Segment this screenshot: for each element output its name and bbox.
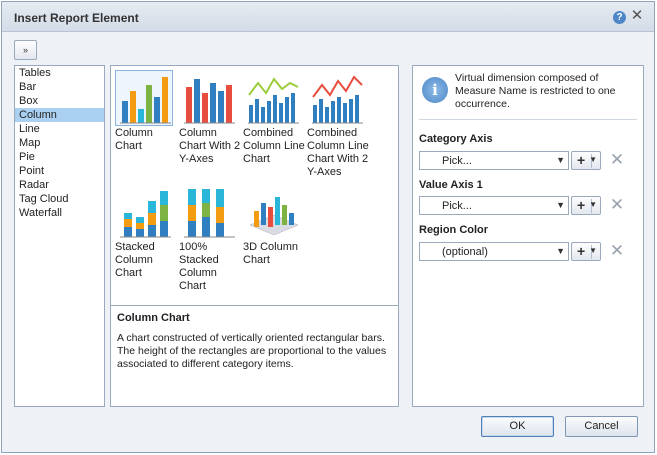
value-axis-remove-icon[interactable]: ✕ (609, 196, 625, 214)
info-icon: i (422, 77, 448, 103)
category-item-waterfall[interactable]: Waterfall (15, 206, 104, 220)
category-item-map[interactable]: Map (15, 136, 104, 150)
gallery-item-label: Column Chart With 2 Y-Axes (179, 127, 241, 165)
gallery-item-label: Combined Column Line Chart (243, 127, 305, 165)
gallery-item-column-chart[interactable]: Column Chart (115, 70, 177, 153)
column-chart-2y-icon (179, 70, 237, 126)
region-color-value: (optional) (442, 246, 488, 258)
gallery-item-label: Stacked Column Chart (115, 241, 155, 279)
value-axis-select[interactable]: Pick... ▼ (419, 196, 569, 215)
value-axis-value: Pick... (442, 200, 472, 212)
insert-report-element-dialog: Insert Report Element ? ✕ » Tables Bar Box… (1, 1, 655, 453)
collapse-panel-button[interactable]: » (14, 40, 37, 60)
plus-icon: + (577, 152, 586, 168)
stacked-100-column-icon (179, 184, 237, 240)
gallery-item-stacked-column[interactable]: Stacked Column Chart (115, 184, 177, 280)
region-color-label: Region Color (419, 224, 489, 236)
column-chart-icon (115, 70, 173, 126)
column-3d-icon (243, 184, 301, 240)
category-item-point[interactable]: Point (15, 164, 104, 178)
value-axis-add-button[interactable]: + ▼ (571, 196, 601, 215)
cancel-button[interactable]: Cancel (565, 416, 638, 437)
category-item-box[interactable]: Box (15, 94, 104, 108)
plus-icon: + (577, 243, 586, 259)
chevron-down-icon: ▼ (589, 155, 597, 164)
gallery-item-combined-column-line[interactable]: Combined Column Line Chart (243, 70, 305, 166)
category-item-tables[interactable]: Tables (15, 66, 104, 80)
category-axis-select[interactable]: Pick... ▼ (419, 151, 569, 170)
category-item-tag-cloud[interactable]: Tag Cloud (15, 192, 104, 206)
gallery-item-stacked-100-column[interactable]: 100% Stacked Column Chart (179, 184, 241, 293)
chart-description-panel: Column Chart A chart constructed of vert… (110, 305, 399, 407)
category-item-bar[interactable]: Bar (15, 80, 104, 94)
gallery-item-combined-column-line-2y[interactable]: Combined Column Line Chart With 2 Y-Axes (307, 70, 377, 179)
combined-column-line-icon (243, 70, 301, 126)
chevron-down-icon: ▼ (589, 246, 597, 255)
category-item-pie[interactable]: Pie (15, 150, 104, 164)
category-item-radar[interactable]: Radar (15, 178, 104, 192)
divider (419, 119, 637, 120)
help-icon[interactable]: ? (613, 11, 626, 24)
description-title: Column Chart (117, 312, 190, 324)
chart-type-gallery: Column Chart Column Chart With 2 Y-Axes (110, 65, 399, 305)
description-body: A chart constructed of vertically orient… (117, 332, 387, 370)
category-list: Tables Bar Box Column Line Map Pie Point Radar Ta… (14, 65, 105, 407)
region-color-remove-icon[interactable]: ✕ (609, 242, 625, 260)
info-message: Virtual dimension composed of Measure Na… (455, 72, 616, 110)
gallery-item-label: 100% Stacked Column Chart (179, 241, 219, 292)
feed-panel: i Virtual dimension composed of Measure … (412, 65, 644, 407)
stacked-column-icon (115, 184, 173, 240)
region-color-add-button[interactable]: + ▼ (571, 242, 601, 261)
category-axis-add-button[interactable]: + ▼ (571, 151, 601, 170)
gallery-item-label: Combined Column Line Chart With 2 Y-Axes (307, 127, 369, 178)
gallery-item-3d-column[interactable]: 3D Column Chart (243, 184, 305, 267)
category-axis-remove-icon[interactable]: ✕ (609, 151, 625, 169)
title-bar[interactable]: Insert Report Element ? ✕ (2, 2, 654, 32)
region-color-select[interactable]: (optional) ▼ (419, 242, 569, 261)
gallery-item-column-chart-2y[interactable]: Column Chart With 2 Y-Axes (179, 70, 241, 166)
gallery-item-label: 3D Column Chart (243, 241, 299, 266)
ok-button[interactable]: OK (481, 416, 554, 437)
category-item-column[interactable]: Column (15, 108, 104, 122)
gallery-item-label: Column Chart (115, 127, 153, 152)
close-icon[interactable]: ✕ (630, 8, 644, 24)
chevron-down-icon: ▼ (556, 200, 565, 210)
chevron-down-icon: ▼ (556, 246, 565, 256)
combined-column-line-2y-icon (307, 70, 365, 126)
value-axis-label: Value Axis 1 (419, 179, 483, 191)
category-axis-label: Category Axis (419, 133, 493, 145)
collapse-icon: » (22, 45, 28, 55)
chevron-down-icon: ▼ (589, 200, 597, 209)
category-axis-value: Pick... (442, 155, 472, 167)
category-item-line[interactable]: Line (15, 122, 104, 136)
plus-icon: + (577, 197, 586, 213)
chevron-down-icon: ▼ (556, 155, 565, 165)
dialog-title: Insert Report Element (14, 11, 139, 25)
